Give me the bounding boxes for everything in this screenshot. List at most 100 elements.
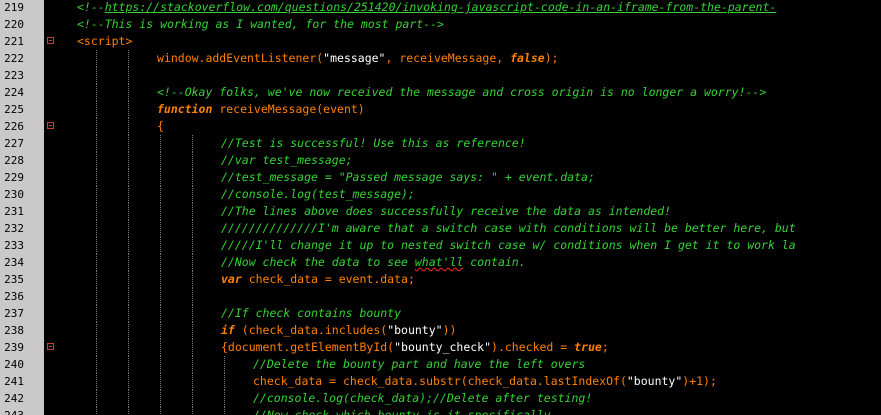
code-line[interactable]: 233 /////I'll change it up to nested swit… [0, 237, 881, 254]
indent-guide [160, 373, 161, 390]
code-line[interactable]: 230 //console.log(test_message); [0, 186, 881, 203]
code-line[interactable]: 225 function receiveMessage(event) [0, 101, 881, 118]
fold-toggle-icon[interactable] [47, 37, 54, 44]
code-line[interactable]: 234 //Now check the data to see what'll c… [0, 254, 881, 271]
indent-guide [96, 220, 97, 237]
code-line[interactable]: 231 //The lines above does successfully r… [0, 203, 881, 220]
indent-guide [160, 271, 161, 288]
code-token: "bounty_check" [394, 340, 492, 354]
indent-guide [128, 288, 129, 305]
indent-guide [192, 322, 193, 339]
code-line[interactable]: 224 <!--Okay folks, we've now received th… [0, 84, 881, 101]
code-line[interactable]: 242 //console.log(check_data);//Delete af… [0, 390, 881, 407]
code-line[interactable]: 223 [0, 67, 881, 84]
code-line[interactable]: 243 //Now check which bounty is it specif… [0, 407, 881, 415]
indent-guide [160, 169, 161, 186]
line-number-label: 228 [4, 154, 24, 167]
line-number: 222 [0, 50, 44, 67]
code-line[interactable]: 220 <!--This is working as I wanted, for … [0, 16, 881, 33]
line-number: 236 [0, 288, 44, 305]
line-number-label: 227 [4, 137, 24, 150]
code-text: //Now check which bounty is it specifica… [253, 407, 551, 415]
code-token: ).checked = [491, 340, 575, 354]
code-editor[interactable]: 219 <!--https://stackoverflow.com/questio… [0, 0, 881, 415]
code-line[interactable]: 236 [0, 288, 881, 305]
indent-guide [96, 169, 97, 186]
line-number-label: 242 [4, 392, 24, 405]
code-token: //If check contains bounty [221, 306, 402, 320]
code-line[interactable]: 235 var check_data = event.data; [0, 271, 881, 288]
indent-guide [96, 118, 97, 135]
indent-guide [96, 67, 97, 84]
code-line[interactable]: 228 //var test_message; [0, 152, 881, 169]
indent-guide [96, 50, 97, 67]
indent-guide [128, 135, 129, 152]
code-line[interactable]: 232 //////////////I'm aware that a switch… [0, 220, 881, 237]
code-text: //Delete the bounty part and have the le… [253, 356, 585, 373]
indent-guide [192, 152, 193, 169]
line-number-label: 219 [4, 1, 24, 14]
code-line[interactable]: 222 window.addEventListener("message", re… [0, 50, 881, 67]
code-text: <!--This is working as I wanted, for the… [77, 16, 444, 33]
code-line[interactable]: 226 { [0, 118, 881, 135]
code-token: //console.log(check_data);//Delete after… [253, 391, 593, 405]
code-token: window.addEventListener( [157, 51, 324, 65]
indent-guide [128, 305, 129, 322]
code-token: true [574, 340, 602, 354]
indent-guide [96, 305, 97, 322]
line-number-label: 243 [4, 407, 24, 415]
indent-guide [128, 203, 129, 220]
code-line[interactable]: 227 //Test is successful! Use this as ref… [0, 135, 881, 152]
code-token: what'll [414, 255, 464, 269]
code-text: //The lines above does successfully rece… [221, 203, 671, 220]
code-token: receiveMessage(event) [212, 102, 365, 116]
code-token: , receiveMessage, [385, 51, 511, 65]
code-text: //var test_message; [221, 152, 353, 169]
line-number-label: 240 [4, 358, 24, 371]
line-number: 232 [0, 220, 44, 237]
indent-guide [160, 152, 161, 169]
indent-guide [128, 101, 129, 118]
code-line[interactable]: 238 if (check_data.includes("bounty")) [0, 322, 881, 339]
indent-guide [160, 288, 161, 305]
code-line[interactable]: 241 check_data = check_data.substr(check_… [0, 373, 881, 390]
code-token: //test_message = "Passed message says: "… [221, 170, 595, 184]
code-text: { [157, 118, 164, 135]
indent-guide [96, 203, 97, 220]
line-number: 230 [0, 186, 44, 203]
code-line[interactable]: 221 <script> [0, 33, 881, 50]
indent-guide [96, 84, 97, 101]
indent-guide [128, 356, 129, 373]
code-line[interactable]: 219 <!--https://stackoverflow.com/questio… [0, 0, 881, 16]
indent-guide [192, 390, 193, 407]
code-token: //Delete the bounty part and have the le… [253, 357, 586, 371]
fold-toggle-icon[interactable] [47, 122, 54, 129]
code-token: var [221, 272, 242, 286]
code-token: <script> [77, 34, 133, 48]
indent-guide [192, 135, 193, 152]
line-number: 223 [0, 67, 44, 84]
code-token: "message" [323, 51, 386, 65]
indent-guide [160, 254, 161, 271]
code-token: <!--This is working as I wanted, for the… [77, 17, 444, 31]
line-number-label: 220 [4, 18, 24, 31]
code-line[interactable]: 239 {document.getElementById("bounty_chec… [0, 339, 881, 356]
fold-toggle-icon[interactable] [47, 343, 54, 350]
code-token: contain. [463, 255, 526, 269]
line-number-label: 235 [4, 273, 24, 286]
code-text: <script> [77, 33, 132, 50]
line-number: 226 [0, 118, 44, 135]
code-line[interactable]: 237 //If check contains bounty [0, 305, 881, 322]
code-token: check_data = check_data.substr(check_dat… [253, 374, 627, 388]
indent-guide [160, 390, 161, 407]
indent-guide [192, 305, 193, 322]
code-token: false [510, 51, 545, 65]
code-line[interactable]: 240 //Delete the bounty part and have the… [0, 356, 881, 373]
code-line[interactable]: 229 //test_message = "Passed message says… [0, 169, 881, 186]
line-number-label: 232 [4, 222, 24, 235]
line-number: 228 [0, 152, 44, 169]
code-token: <!--Okay folks, we've now received the m… [157, 85, 767, 99]
code-token: https://stackoverflow.com/questions/2514… [104, 0, 777, 14]
code-text: check_data = check_data.substr(check_dat… [253, 373, 717, 390]
code-text: var check_data = event.data; [221, 271, 415, 288]
